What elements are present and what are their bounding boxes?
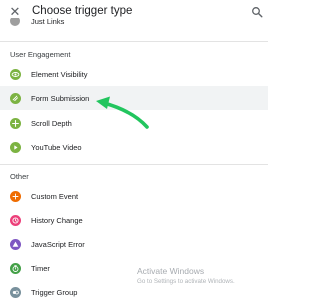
dialog-title: Choose trigger type [32,5,133,17]
form-icon [10,93,21,104]
trigger-item-just-links[interactable]: Just Links [0,18,268,32]
activate-windows-watermark: Activate Windows Go to Settings to activ… [137,266,235,285]
section-divider [0,41,268,42]
trigger-item-label: Element Visibility [31,70,88,79]
trigger-item-label: Custom Event [31,192,79,201]
trigger-item-label: Timer [31,264,50,273]
trigger-item-history-change[interactable]: History Change [0,208,268,232]
close-icon[interactable]: ✕ [9,5,21,18]
play-icon [10,142,21,153]
trigger-item-label: Form Submission [31,94,90,103]
watermark-subtitle: Go to Settings to activate Windows. [137,278,235,285]
group-icon [10,287,21,298]
eye-icon [10,69,21,80]
history-icon [10,215,21,226]
warning-icon [10,239,21,250]
trigger-item-label: Scroll Depth [31,119,72,128]
trigger-item-youtube-video[interactable]: YouTube Video [0,135,268,159]
custom-event-icon [10,191,21,202]
section-divider [0,164,268,165]
section-heading-user-engagement: User Engagement [10,50,71,59]
trigger-item-element-visibility[interactable]: Element Visibility [0,62,268,86]
trigger-item-label: JavaScript Error [31,240,85,249]
trigger-item-label: Just Links [31,18,65,26]
link-icon [10,18,20,26]
scroll-icon [10,118,21,129]
trigger-item-label: Trigger Group [31,288,78,297]
annotation-arrow-icon [96,96,149,129]
trigger-item-label: YouTube Video [31,143,82,152]
trigger-item-javascript-error[interactable]: JavaScript Error [0,232,268,256]
trigger-item-label: History Change [31,216,83,225]
search-icon[interactable] [251,6,263,18]
section-heading-other: Other [10,172,29,181]
timer-icon [10,263,21,274]
trigger-item-custom-event[interactable]: Custom Event [0,184,268,208]
watermark-title: Activate Windows [137,266,205,276]
